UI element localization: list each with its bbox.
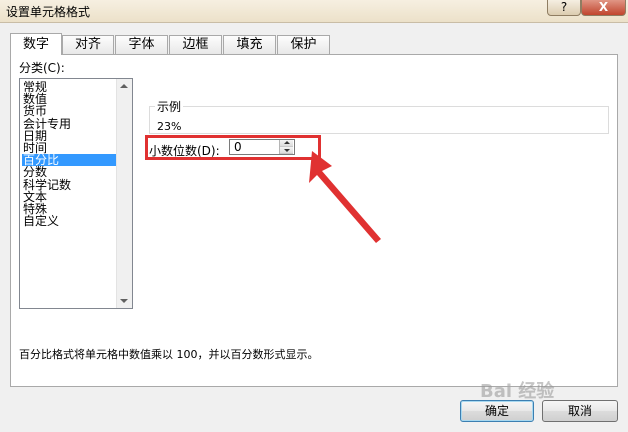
- title-bar: 设置单元格格式 ? X: [0, 0, 628, 22]
- dialog-title: 设置单元格格式: [6, 5, 91, 19]
- tab-number[interactable]: 数字: [10, 33, 62, 55]
- cancel-button[interactable]: 取消: [542, 400, 618, 422]
- dialog-body: 数字 对齐 字体 边框 填充 保护 分类(C): 常规 数值 货币 会计专用 日…: [0, 22, 628, 432]
- help-button[interactable]: ?: [547, 0, 581, 16]
- close-button[interactable]: X: [581, 0, 626, 16]
- ok-button[interactable]: 确定: [460, 400, 534, 422]
- annotation-arrow-icon: [309, 151, 381, 243]
